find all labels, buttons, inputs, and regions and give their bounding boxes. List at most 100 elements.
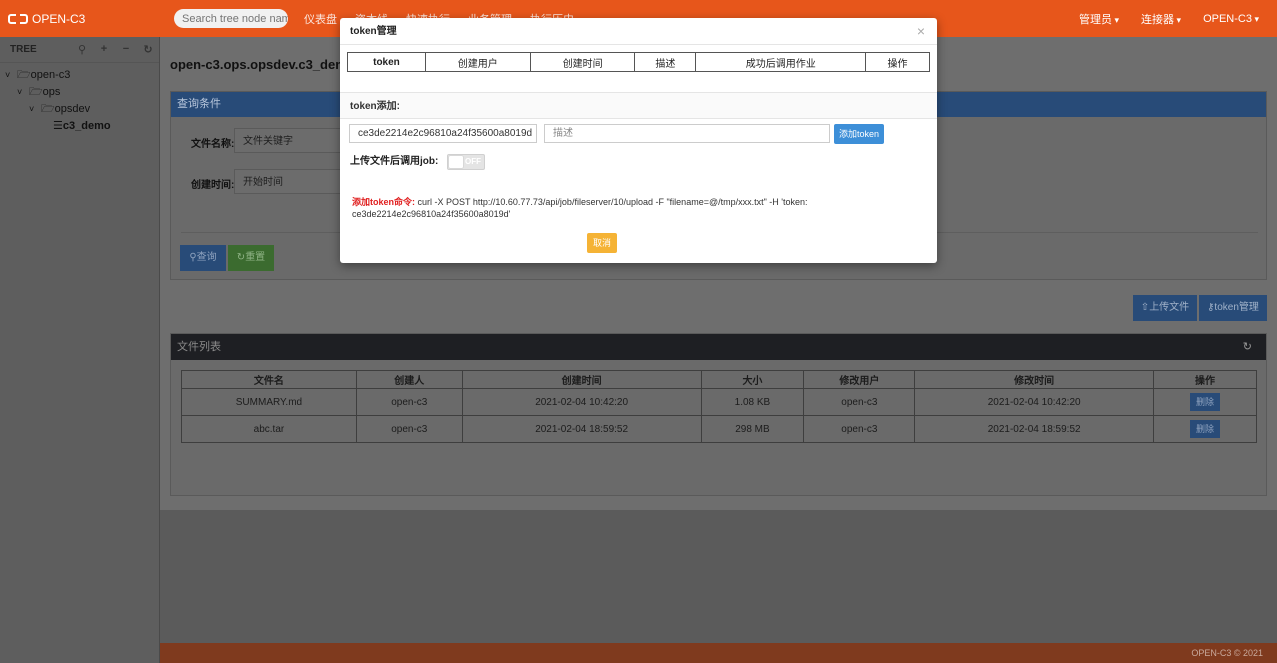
job-after-upload-label: 上传文件后调用job: <box>350 156 439 167</box>
col-creator[interactable]: 创建人 <box>355 370 463 389</box>
job-toggle[interactable]: OFF <box>447 154 485 170</box>
table-row: SUMMARY.md open-c3 2021-02-04 10:42:20 1… <box>181 388 1257 416</box>
files-panel-title: 文件列表 <box>177 341 221 353</box>
col-create-time: 创建时间 <box>529 52 636 72</box>
folder-icon: 🗁 <box>41 103 55 115</box>
file-name-input[interactable]: 文件关键字 <box>234 128 344 153</box>
cell-creator: open-c3 <box>355 388 463 416</box>
chevron-down-icon[interactable]: ˅ <box>5 67 17 84</box>
cell-modifier: open-c3 <box>803 415 916 443</box>
sidebar-tools: ⚲ + − ↻ <box>71 43 159 56</box>
search-button[interactable]: ⚲查询 <box>180 245 226 271</box>
cell-file-name: SUMMARY.md <box>181 388 357 416</box>
footer: OPEN-C3 © 2021 <box>160 643 1277 663</box>
toggle-state: OFF <box>465 157 481 166</box>
col-create-user: 创建用户 <box>424 52 531 72</box>
cell-creator: open-c3 <box>355 415 463 443</box>
upload-icon: ⇧ <box>1140 302 1150 313</box>
table-row: abc.tar open-c3 2021-02-04 18:59:52 298 … <box>181 415 1257 443</box>
token-manage-button[interactable]: ⚷token管理 <box>1199 295 1267 321</box>
refresh-icon[interactable]: ↻ <box>1243 334 1252 360</box>
created-time-label: 创建时间: <box>191 180 235 191</box>
delete-button[interactable]: 删除 <box>1190 393 1221 411</box>
top-right-menu: 管理员 连接器 OPEN-C3 <box>1057 0 1259 37</box>
cell-modified-time: 2021-02-04 10:42:20 <box>914 388 1155 416</box>
cell-actions: 删除 <box>1153 415 1257 443</box>
page-title: open-c3.ops.opsdev.c3_demo <box>170 57 355 72</box>
collapse-icon[interactable]: − <box>115 43 137 56</box>
admin-menu[interactable]: 管理员 <box>1079 11 1119 27</box>
modal-title: token管理 <box>350 26 397 37</box>
token-table: token 创建用户 创建时间 描述 成功后调用作业 操作 <box>347 52 930 72</box>
sidebar: TREE ⚲ + − ↻ ˅ 🗁open-c3 ˅ 🗁ops ˅ 🗁opsdev ☰c… <box>0 37 160 663</box>
table-header-row: 文件名 创建人 创建时间 大小 修改用户 修改时间 操作 <box>181 370 1257 389</box>
token-command: 添加token命令: curl -X POST http://10.60.77.… <box>352 196 832 220</box>
expand-icon[interactable]: + <box>93 43 115 56</box>
locate-icon[interactable]: ⚲ <box>71 43 93 56</box>
file-name-label: 文件名称: <box>191 139 235 150</box>
connector-menu[interactable]: 连接器 <box>1141 11 1181 27</box>
upload-file-button[interactable]: ⇧上传文件 <box>1133 295 1197 321</box>
chevron-down-icon[interactable]: ˅ <box>29 101 41 118</box>
col-file-name[interactable]: 文件名 <box>181 370 357 389</box>
cell-modifier: open-c3 <box>803 388 916 416</box>
brand-logo[interactable]: OPEN-C3 <box>8 12 168 26</box>
nav-item-dashboard[interactable]: 仪表盘 <box>304 11 337 27</box>
logo-icon <box>8 12 28 25</box>
chevron-down-icon[interactable]: ˅ <box>17 84 29 101</box>
col-modified-time[interactable]: 修改时间 <box>914 370 1155 389</box>
tree-node-opsdev[interactable]: ˅ 🗁opsdev <box>0 101 159 118</box>
tree-node-c3-demo[interactable]: ☰c3_demo <box>0 118 159 135</box>
tree-search-input[interactable] <box>174 9 288 28</box>
command-label: 添加token命令: <box>352 197 416 207</box>
col-size[interactable]: 大小 <box>700 370 805 389</box>
add-token-button[interactable]: 添加token <box>834 124 884 144</box>
cell-size: 298 MB <box>700 415 805 443</box>
search-icon: ⚲ <box>189 252 197 263</box>
tree-node-open-c3[interactable]: ˅ 🗁open-c3 <box>0 67 159 84</box>
files-table: 文件名 创建人 创建时间 大小 修改用户 修改时间 操作 SUMMARY.md … <box>181 370 1257 443</box>
folder-icon: 🗁 <box>17 69 31 81</box>
tree-node-label: opsdev <box>54 103 91 115</box>
token-input[interactable]: ce3de2214e2c96810a24f35600a8019d <box>349 124 537 143</box>
tree-node-label: c3_demo <box>62 120 111 132</box>
col-actions: 操作 <box>1153 370 1257 389</box>
tree: ˅ 🗁open-c3 ˅ 🗁ops ˅ 🗁opsdev ☰c3_demo <box>0 63 159 135</box>
command-text: curl -X POST http://10.60.77.73/api/job/… <box>352 197 808 219</box>
files-panel-header: 文件列表 ↻ <box>171 334 1266 360</box>
created-time-input[interactable]: 开始时间 <box>234 169 344 194</box>
cell-created-time: 2021-02-04 18:59:52 <box>461 415 702 443</box>
list-icon: ☰ <box>53 120 63 132</box>
sidebar-header: TREE ⚲ + − ↻ <box>0 37 159 63</box>
refresh-icon: ↻ <box>236 252 246 263</box>
col-success-job: 成功后调用作业 <box>695 52 867 72</box>
table-header-row: token 创建用户 创建时间 描述 成功后调用作业 操作 <box>347 52 930 72</box>
description-input[interactable]: 描述 <box>544 124 830 143</box>
reset-button[interactable]: ↻重置 <box>228 245 274 271</box>
cell-size: 1.08 KB <box>700 388 805 416</box>
cancel-button[interactable]: 取消 <box>587 233 617 253</box>
col-modifier[interactable]: 修改用户 <box>803 370 916 389</box>
cell-modified-time: 2021-02-04 18:59:52 <box>914 415 1155 443</box>
user-menu[interactable]: OPEN-C3 <box>1203 13 1259 25</box>
token-modal: token管理 × token 创建用户 创建时间 描述 成功后调用作业 操作 … <box>340 18 937 263</box>
sidebar-title: TREE <box>10 44 37 55</box>
tree-node-label: ops <box>42 86 61 98</box>
col-created-time[interactable]: 创建时间 <box>461 370 702 389</box>
cell-created-time: 2021-02-04 10:42:20 <box>461 388 702 416</box>
close-icon[interactable]: × <box>917 18 925 45</box>
refresh-icon[interactable]: ↻ <box>137 43 159 56</box>
folder-icon: 🗁 <box>29 86 43 98</box>
toggle-knob <box>449 156 463 168</box>
files-panel: 文件列表 ↻ 文件名 创建人 创建时间 大小 修改用户 修改时间 操作 SUMM… <box>170 333 1267 496</box>
tree-node-ops[interactable]: ˅ 🗁ops <box>0 84 159 101</box>
modal-header: token管理 × <box>340 18 937 45</box>
col-token: token <box>347 52 426 72</box>
cell-file-name: abc.tar <box>181 415 357 443</box>
brand-name: OPEN-C3 <box>32 11 86 26</box>
col-actions: 操作 <box>865 52 930 72</box>
delete-button[interactable]: 删除 <box>1190 420 1221 438</box>
tree-node-label: open-c3 <box>30 69 71 81</box>
main-lower <box>160 510 1277 643</box>
col-description: 描述 <box>634 52 697 72</box>
